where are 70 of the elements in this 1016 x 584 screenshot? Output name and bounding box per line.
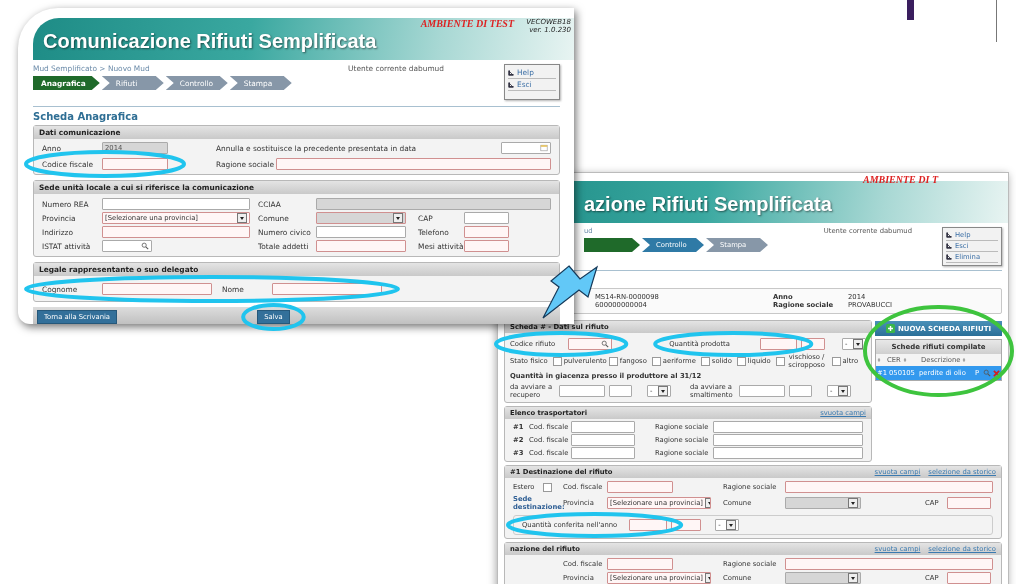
caret-icon bbox=[853, 339, 863, 349]
arrow-icon bbox=[508, 81, 514, 88]
search-icon bbox=[983, 369, 991, 377]
select-field[interactable] bbox=[785, 572, 861, 584]
text-field[interactable] bbox=[789, 385, 812, 397]
text-field[interactable] bbox=[102, 158, 168, 170]
text-field[interactable] bbox=[464, 240, 509, 252]
caret-icon bbox=[848, 498, 858, 508]
text-field[interactable] bbox=[102, 283, 212, 295]
checkbox[interactable] bbox=[831, 356, 841, 366]
checkbox[interactable] bbox=[736, 356, 746, 366]
text-field[interactable] bbox=[607, 481, 673, 493]
accent-bar bbox=[907, 0, 914, 20]
text-field[interactable] bbox=[316, 240, 406, 252]
text-field[interactable] bbox=[272, 283, 382, 295]
sort-icon bbox=[902, 357, 907, 363]
text-field[interactable] bbox=[947, 497, 991, 509]
sort-icon bbox=[877, 357, 881, 363]
caret-icon bbox=[658, 386, 669, 396]
text-field[interactable] bbox=[739, 385, 786, 397]
date-field[interactable] bbox=[501, 142, 551, 154]
wizard-step[interactable] bbox=[584, 238, 640, 252]
app-title: Comunicazione Rifiuti Semplificata bbox=[43, 30, 377, 53]
search-field[interactable] bbox=[102, 240, 152, 252]
sort-icon bbox=[962, 357, 967, 363]
select-field[interactable] bbox=[785, 497, 861, 509]
text-field[interactable] bbox=[629, 519, 668, 531]
caret-icon bbox=[726, 520, 737, 530]
arrow-icon bbox=[946, 254, 952, 260]
text-field[interactable] bbox=[464, 226, 509, 238]
text-field[interactable] bbox=[571, 434, 635, 446]
text-field[interactable] bbox=[607, 558, 673, 570]
text-field[interactable] bbox=[785, 558, 993, 570]
caret-icon bbox=[237, 213, 247, 223]
text-field[interactable] bbox=[276, 158, 551, 170]
text-field[interactable] bbox=[102, 226, 250, 238]
text-field[interactable] bbox=[464, 212, 509, 224]
text-field[interactable] bbox=[785, 481, 993, 493]
text-field[interactable] bbox=[713, 421, 863, 433]
arrow-icon bbox=[946, 232, 952, 238]
text-field[interactable] bbox=[609, 385, 632, 397]
calendar-icon bbox=[540, 144, 548, 152]
caret-icon bbox=[838, 386, 849, 396]
search-icon bbox=[601, 340, 610, 348]
text-field[interactable] bbox=[947, 572, 991, 584]
environment-label: AMBIENTE DI T bbox=[863, 174, 938, 185]
text-field[interactable] bbox=[316, 226, 406, 238]
text-field[interactable] bbox=[713, 447, 863, 459]
text-field[interactable] bbox=[713, 434, 863, 446]
text-field[interactable] bbox=[571, 447, 635, 459]
arrow-icon bbox=[508, 69, 514, 76]
checkbox[interactable] bbox=[651, 356, 661, 366]
app-title: azione Rifiuti Semplificata bbox=[583, 193, 832, 216]
delete-icon[interactable] bbox=[993, 369, 1000, 377]
checkbox[interactable] bbox=[700, 356, 710, 366]
checkbox[interactable] bbox=[775, 356, 785, 366]
checkbox[interactable] bbox=[608, 356, 618, 366]
text-field[interactable] bbox=[559, 385, 606, 397]
environment-label: AMBIENTE DI TEST bbox=[420, 18, 514, 29]
text-field[interactable] bbox=[102, 198, 250, 210]
checkbox[interactable] bbox=[552, 356, 562, 366]
plus-icon bbox=[886, 324, 895, 333]
search-icon bbox=[141, 242, 149, 250]
checkbox[interactable] bbox=[542, 482, 552, 492]
arrow-icon bbox=[946, 243, 952, 249]
search-field[interactable] bbox=[567, 338, 613, 350]
caret-icon bbox=[393, 213, 403, 223]
page-heading: Scheda Anagrafica bbox=[33, 111, 139, 122]
text-field[interactable] bbox=[571, 421, 635, 433]
text-field[interactable] bbox=[760, 338, 798, 350]
